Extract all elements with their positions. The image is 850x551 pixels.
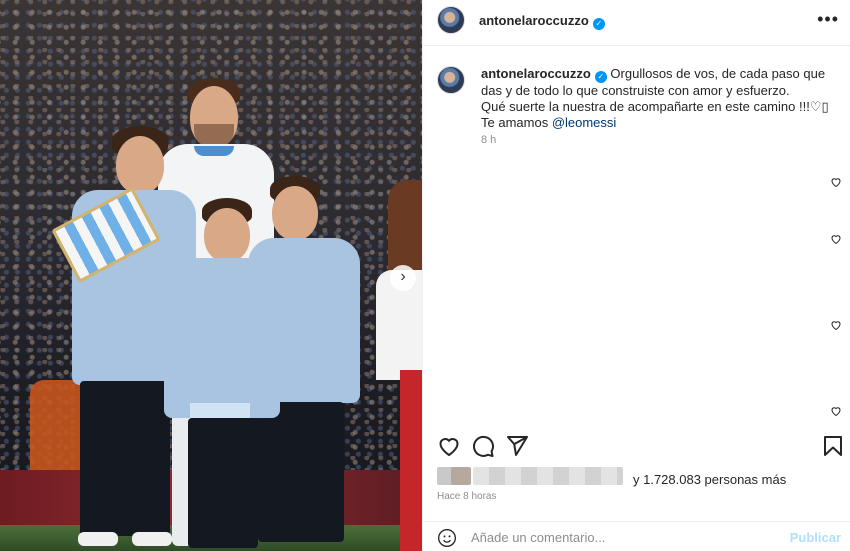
heart-icon[interactable] (830, 319, 842, 331)
heart-icon[interactable] (437, 434, 461, 458)
publish-button[interactable]: Publicar (790, 530, 841, 545)
likes-count: y 1.728.083 personas más (633, 472, 787, 487)
comment-icon[interactable] (471, 434, 495, 458)
figure-boy-middle (160, 198, 285, 551)
caption-line-3: Te amamos (481, 115, 552, 130)
heart-icon[interactable] (830, 233, 842, 245)
mention-link[interactable]: @leomessi (552, 115, 617, 130)
caption-username[interactable]: antonelaroccuzzo (481, 66, 591, 81)
caption-line-2: Qué suerte la nuestra de acompañarte en … (481, 99, 829, 114)
post-actions (423, 430, 850, 460)
liker-avatars (451, 467, 471, 485)
heart-icon[interactable] (830, 176, 842, 188)
liker-names (473, 467, 623, 485)
bookmark-icon[interactable] (821, 434, 845, 458)
avatar[interactable] (437, 6, 465, 34)
share-icon[interactable] (505, 434, 529, 458)
figure-girl-edge (374, 180, 422, 551)
caption-text: antonelaroccuzzo ✓ Orgullosos de vos, de … (481, 66, 841, 131)
chevron-right-icon: › (400, 268, 406, 285)
author-username[interactable]: antonelaroccuzzo ✓ (479, 13, 605, 30)
post-timestamp[interactable]: Hace 8 horas (437, 491, 496, 502)
post-side-panel: antonelaroccuzzo ✓ ••• antonelaroccuzzo ✓ … (422, 0, 850, 551)
more-icon[interactable]: ••• (817, 9, 839, 30)
caption-age: 8 h (481, 134, 497, 146)
comment-input[interactable]: Añade un comentario... (471, 530, 751, 545)
heart-icon[interactable] (830, 405, 842, 417)
carousel-next-button[interactable]: › (390, 265, 416, 291)
caption-avatar[interactable] (437, 66, 465, 94)
post-header: antonelaroccuzzo ✓ ••• (423, 0, 850, 46)
verified-icon: ✓ (592, 18, 605, 30)
likes-summary[interactable]: y 1.728.083 personas más (437, 466, 847, 488)
verified-icon: ✓ (594, 71, 607, 83)
comment-bar: Añade un comentario... Publicar (423, 521, 850, 551)
post-photo[interactable]: › (0, 0, 422, 551)
emoji-icon[interactable] (437, 528, 457, 548)
